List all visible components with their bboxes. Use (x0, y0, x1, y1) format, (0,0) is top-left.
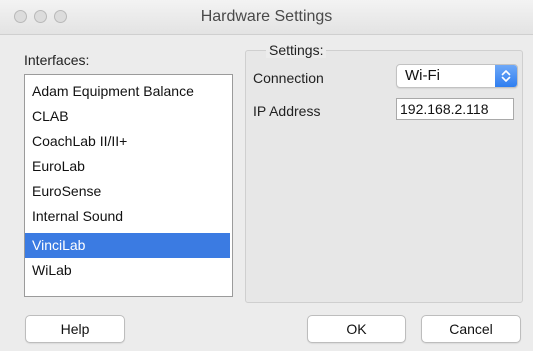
list-item-eurolab[interactable]: EuroLab (25, 154, 230, 179)
hardware-settings-window: Hardware Settings Interfaces: Adam Equip… (0, 0, 533, 351)
cancel-button[interactable]: Cancel (421, 315, 521, 343)
interfaces-list[interactable]: Adam Equipment Balance CLAB CoachLab II/… (24, 74, 233, 297)
ip-address-label: IP Address (253, 103, 321, 119)
list-item-coachlab[interactable]: CoachLab II/II+ (25, 129, 230, 154)
window-title: Hardware Settings (200, 8, 333, 25)
list-item-vincilab[interactable]: VinciLab (25, 233, 230, 258)
select-stepper-icon (495, 65, 517, 87)
ip-address-field[interactable]: 192.168.2.118 (396, 98, 514, 120)
connection-label: Connection (253, 70, 324, 86)
interfaces-label: Interfaces: (24, 52, 90, 68)
list-item-wilab[interactable]: WiLab (25, 258, 230, 283)
list-item-adam-equipment-balance[interactable]: Adam Equipment Balance (25, 79, 230, 104)
ok-button[interactable]: OK (307, 315, 406, 343)
list-item-eurosense[interactable]: EuroSense (25, 179, 230, 204)
list-item-clab[interactable]: CLAB (25, 104, 230, 129)
list-item-internal-sound[interactable]: Internal Sound (25, 204, 230, 229)
connection-select[interactable]: Wi-Fi (396, 64, 518, 88)
title-bar: Hardware Settings (0, 0, 533, 35)
connection-select-value: Wi-Fi (405, 67, 440, 84)
settings-group-title: Settings: (266, 42, 327, 58)
help-button[interactable]: Help (25, 315, 125, 343)
